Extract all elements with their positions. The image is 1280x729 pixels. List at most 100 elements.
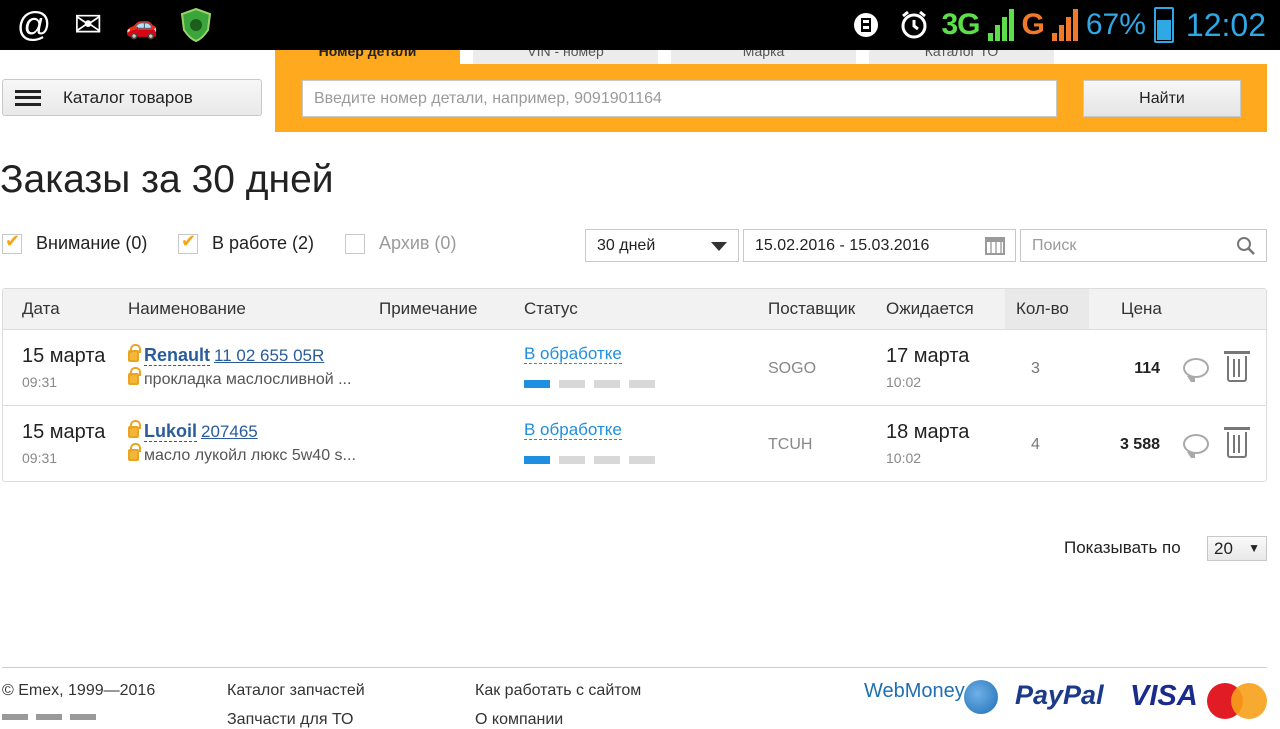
- search-tabs: Номер детали VIN - номер Марка Каталог Т…: [275, 50, 1067, 64]
- filter-attention[interactable]: Внимание (0): [2, 231, 148, 254]
- at-icon: @: [16, 5, 52, 44]
- expected-time: 10:02: [886, 374, 922, 390]
- caret-down-icon: ▼: [1248, 541, 1260, 555]
- footer-link-service-parts[interactable]: Запчасти для ТО: [227, 711, 353, 729]
- footer-link-about[interactable]: О компании: [475, 711, 563, 729]
- period-select[interactable]: 30 дней: [585, 229, 739, 262]
- orders-search-input[interactable]: Поиск: [1020, 229, 1267, 262]
- clock: 12:02: [1185, 6, 1266, 43]
- footer-divider: [2, 667, 1267, 668]
- search-icon[interactable]: [1236, 235, 1256, 266]
- battery-percent: 67%: [1085, 8, 1146, 41]
- vpn-icon: [846, 6, 886, 44]
- find-button[interactable]: Найти: [1083, 80, 1241, 117]
- order-time: 09:31: [22, 450, 58, 466]
- webmoney-logo: WebMoney: [864, 680, 965, 702]
- tab-service-catalog[interactable]: Каталог ТО: [869, 50, 1054, 64]
- signal-bars-secondary-icon: [1051, 9, 1078, 41]
- status-link[interactable]: В обработке: [524, 420, 622, 440]
- status-progress: [524, 380, 655, 388]
- social-icon[interactable]: [70, 714, 96, 720]
- supplier: SOGO: [768, 360, 817, 377]
- orders-search-placeholder: Поиск: [1032, 237, 1077, 254]
- tab-brand[interactable]: Марка: [671, 50, 856, 64]
- quantity: 3: [1031, 360, 1040, 377]
- footer-link-parts-catalog[interactable]: Каталог запчастей: [227, 682, 365, 700]
- trash-icon[interactable]: [1224, 351, 1250, 382]
- catalog-menu-label: Каталог товаров: [63, 87, 193, 107]
- footer-link-how-to-use[interactable]: Как работать с сайтом: [475, 682, 641, 700]
- order-date: 15 марта: [22, 345, 106, 367]
- attention-checkbox[interactable]: [2, 231, 22, 254]
- date-range-input[interactable]: 15.02.2016 - 15.03.2016: [743, 229, 1016, 262]
- part-description: прокладка маслосливной ...: [144, 371, 352, 388]
- header-supplier[interactable]: Поставщик: [768, 299, 855, 319]
- price: 3 588: [1119, 436, 1160, 453]
- status-link[interactable]: В обработке: [524, 344, 622, 364]
- tab-vin[interactable]: VIN - номер: [473, 50, 658, 64]
- lock-icon: [128, 344, 141, 362]
- shield-icon: [176, 6, 216, 44]
- order-time: 09:31: [22, 374, 58, 390]
- filter-archive[interactable]: Архив (0): [345, 233, 456, 254]
- lock-icon: [128, 367, 141, 385]
- tab-part-number[interactable]: Номер детали: [275, 50, 460, 64]
- in-work-checkbox[interactable]: [178, 231, 198, 254]
- part-number-link[interactable]: 207465: [201, 422, 258, 441]
- trash-icon[interactable]: [1224, 427, 1250, 458]
- social-links: [2, 714, 96, 720]
- filter-attention-label: Внимание (0): [36, 233, 148, 253]
- header-name[interactable]: Наименование: [128, 299, 246, 319]
- header-status[interactable]: Статус: [524, 299, 578, 319]
- supplier: TCUH: [768, 436, 813, 453]
- android-status-bar: @ ✉ 🚗 3G G 67% 12:02: [0, 0, 1280, 50]
- header-qty[interactable]: Кол-во: [1016, 299, 1069, 319]
- signal-bars-primary-icon: [987, 9, 1014, 41]
- calendar-icon[interactable]: [985, 237, 1005, 255]
- comment-icon[interactable]: [1183, 358, 1209, 382]
- filter-in-work-label: В работе (2): [212, 233, 315, 253]
- order-date: 15 марта: [22, 421, 106, 443]
- social-icon[interactable]: [2, 714, 28, 720]
- status-progress: [524, 456, 655, 464]
- caret-down-icon: [711, 242, 727, 251]
- price: 114: [1134, 360, 1160, 377]
- expected-date: 17 марта: [886, 345, 970, 367]
- part-search-input[interactable]: Введите номер детали, например, 90919011…: [302, 80, 1057, 117]
- per-page-label: Показывать по: [1064, 538, 1181, 557]
- alarm-icon: [894, 6, 934, 44]
- table-row: 15 марта 09:31 Lukoil 207465 масло лукойл…: [3, 405, 1266, 481]
- period-value: 30 дней: [597, 237, 656, 254]
- filter-in-work[interactable]: В работе (2): [178, 231, 315, 254]
- car-lock-icon: 🚗: [125, 9, 159, 40]
- catalog-menu-button[interactable]: Каталог товаров: [2, 79, 262, 116]
- mastercard-logo: [1207, 683, 1267, 719]
- quantity: 4: [1031, 436, 1040, 453]
- part-number-link[interactable]: 11 02 655 05R: [214, 346, 324, 365]
- header-note[interactable]: Примечание: [379, 299, 477, 319]
- brand-link[interactable]: Lukoil: [144, 421, 197, 442]
- mail-icon: ✉: [73, 6, 103, 44]
- header-expected[interactable]: Ожидается: [886, 299, 974, 319]
- archive-checkbox[interactable]: [345, 233, 365, 254]
- network-type-secondary: G: [1021, 8, 1045, 41]
- brand-link[interactable]: Renault: [144, 345, 211, 366]
- table-row: 15 марта 09:31 Renault 11 02 655 05R прок…: [3, 329, 1266, 405]
- social-icon[interactable]: [36, 714, 62, 720]
- header-price[interactable]: Цена: [1121, 299, 1162, 319]
- filter-archive-label: Архив (0): [379, 233, 457, 253]
- lock-icon: [128, 420, 141, 438]
- battery-icon: [1153, 7, 1174, 43]
- expected-date: 18 марта: [886, 421, 970, 443]
- visa-logo: VISA: [1130, 680, 1198, 712]
- orders-table: Дата Наименование Примечание Статус Пост…: [2, 288, 1267, 482]
- network-type-primary: 3G: [941, 8, 981, 41]
- lock-icon: [128, 443, 141, 461]
- part-description: масло лукойл люкс 5w40 s...: [144, 447, 356, 464]
- header-date[interactable]: Дата: [22, 299, 60, 319]
- webmoney-globe-icon: [964, 680, 998, 714]
- comment-icon[interactable]: [1183, 434, 1209, 458]
- table-header: Дата Наименование Примечание Статус Пост…: [3, 289, 1266, 329]
- paypal-logo: PayPal: [1015, 680, 1104, 710]
- per-page-select[interactable]: 20 ▼: [1207, 536, 1267, 561]
